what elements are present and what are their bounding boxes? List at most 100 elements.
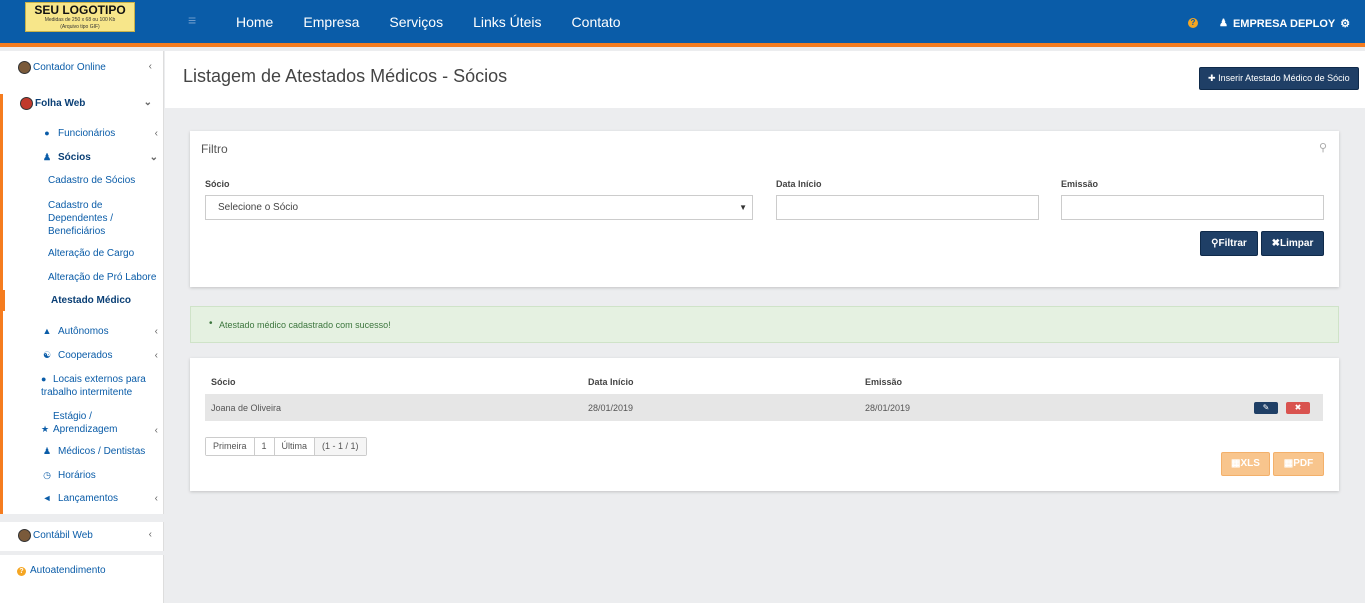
export-xls-label: XLS <box>1240 458 1260 469</box>
pagination-first[interactable]: Primeira <box>206 438 255 455</box>
filter-button[interactable]: ⚲Filtrar <box>1200 231 1258 256</box>
page-header: Listagem de Atestados Médicos - Sócios ✚… <box>165 51 1365 108</box>
selected-indicator <box>0 290 5 311</box>
sidebar-item-cooperados[interactable]: ☯ Cooperados ‹ <box>41 350 164 361</box>
user-icon: ♟ <box>1219 18 1228 29</box>
chevron-left-icon: ‹ <box>154 493 158 504</box>
sidebar-item-alteracao-cargo[interactable]: Alteração de Cargo <box>48 248 164 259</box>
file-excel-icon: ▦ <box>1231 458 1241 469</box>
list-panel: Sócio Data Início Emissão Joana de Olive… <box>190 358 1339 491</box>
pagination: Primeira 1 Última (1 - 1 / 1) <box>205 437 367 456</box>
column-header-emissao[interactable]: Emissão <box>865 377 902 387</box>
search-icon[interactable]: ⚲ <box>1319 141 1327 154</box>
filter-panel: Filtro ⚲ Sócio Selecione o Sócio ▼ Data … <box>190 131 1339 287</box>
sidebar-item-label: Alteração de Pró Labore <box>48 272 157 283</box>
sidebar-item-locais-externos[interactable]: ● Locais externos para trabalho intermite… <box>41 373 153 399</box>
nav-home[interactable]: Home <box>236 14 273 30</box>
sidebar-item-atestado-medico[interactable]: Atestado Médico <box>51 295 164 306</box>
table-row[interactable]: Joana de Oliveira 28/01/2019 28/01/2019 … <box>205 394 1323 421</box>
chevron-left-icon: ‹ <box>154 425 158 436</box>
nav-empresa[interactable]: Empresa <box>303 14 359 30</box>
sidebar-item-label: Sócios <box>58 152 91 163</box>
company-logo[interactable]: SEU LOGOTIPO Medidas de 250 x 68 ou 100 … <box>25 2 135 32</box>
sidebar-item-label: Autônomos <box>58 326 109 337</box>
clear-button-label: Limpar <box>1280 238 1314 249</box>
success-alert: • Atestado médico cadastrado com sucesso… <box>190 306 1339 343</box>
sidebar-item-label: Locais externos para trabalho intermiten… <box>41 374 146 398</box>
pagination-info: (1 - 1 / 1) <box>315 438 366 455</box>
bullhorn-icon: ◄ <box>42 493 52 503</box>
nav-links-uteis[interactable]: Links Úteis <box>473 14 541 30</box>
globe-icon: ● <box>41 374 47 384</box>
data-inicio-input[interactable] <box>776 195 1039 220</box>
export-xls-button[interactable]: ▦XLS <box>1221 452 1270 476</box>
sidebar-item-medicos-dentistas[interactable]: ♟ Médicos / Dentistas <box>41 446 164 457</box>
nav-contato[interactable]: Contato <box>572 14 621 30</box>
sidebar-item-autonomos[interactable]: ▲ Autônomos ‹ <box>41 326 164 337</box>
close-icon: ✖ <box>1271 238 1281 249</box>
chevron-left-icon: ‹ <box>148 529 152 540</box>
insert-atestado-label: Inserir Atestado Médico de Sócio <box>1218 73 1350 83</box>
sidebar-item-socios[interactable]: ♟ Sócios ⌄ <box>41 152 164 163</box>
sidebar-item-label: Horários <box>58 470 96 481</box>
sidebar-item-funcionarios[interactable]: ● Funcionários ‹ <box>41 128 164 139</box>
sidebar-item-label: Cadastro de Dependentes / Beneficiários <box>48 200 114 237</box>
delete-button[interactable]: ✖ <box>1286 402 1310 414</box>
sidebar-item-contador-online[interactable]: Contador Online ‹ <box>18 61 182 74</box>
export-pdf-button[interactable]: ▦PDF <box>1273 452 1324 476</box>
nav-servicos[interactable]: Serviços <box>389 14 443 30</box>
sidebar-item-alteracao-pro-labore[interactable]: Alteração de Pró Labore <box>48 272 164 283</box>
user-plus-icon: ♟ <box>42 152 52 162</box>
chevron-left-icon: ‹ <box>154 350 158 361</box>
plus-icon: ✚ <box>1208 73 1216 83</box>
close-icon: ✖ <box>1294 403 1302 412</box>
bullet-icon: • <box>209 318 213 329</box>
sidebar-item-lancamentos[interactable]: ◄ Lançamentos ‹ <box>41 493 164 504</box>
dropdown-arrow-icon: ▼ <box>739 203 747 212</box>
hamburger-icon[interactable]: ≡ <box>188 12 196 28</box>
pagination-last[interactable]: Última <box>274 438 316 455</box>
insert-atestado-button[interactable]: ✚ Inserir Atestado Médico de Sócio <box>1199 67 1359 90</box>
sidebar-item-label: Atestado Médico <box>51 295 132 306</box>
pagination-page-1[interactable]: 1 <box>254 438 275 455</box>
file-pdf-icon: ▦ <box>1283 458 1294 469</box>
column-header-data-inicio[interactable]: Data Início <box>588 377 634 387</box>
help-icon: ? <box>17 567 26 576</box>
cell-socio: Joana de Oliveira <box>211 403 282 413</box>
sidebar-item-label: Cadastro de Sócios <box>48 175 136 186</box>
sidebar-item-autoatendimento[interactable]: ? Autoatendimento <box>17 565 181 576</box>
clock-icon: ◷ <box>43 470 51 480</box>
contador-online-icon <box>18 61 31 74</box>
sidebar-item-horarios[interactable]: ◷ Horários <box>41 470 164 481</box>
emissao-label: Emissão <box>1061 179 1099 189</box>
success-message: Atestado médico cadastrado com sucesso! <box>219 320 391 330</box>
emissao-input[interactable] <box>1061 195 1324 220</box>
sidebar-item-estagio[interactable]: ★Estágio / Aprendizagem ‹ <box>41 410 164 436</box>
socio-select[interactable]: Selecione o Sócio ▼ <box>205 195 753 220</box>
sidebar-item-folha-web[interactable]: Folha Web ⌄ <box>20 97 184 110</box>
contabil-web-icon <box>18 529 31 542</box>
sidebar-item-label: Contábil Web <box>33 530 93 542</box>
thumbs-up-icon: ▲ <box>42 326 52 336</box>
sidebar-item-label: Cooperados <box>58 350 113 361</box>
sidebar-item-label: Lançamentos <box>58 493 119 504</box>
sidebar-item-label: Folha Web <box>35 98 86 110</box>
logo-subtitle: Medidas de 250 x 68 ou 100 Kb <box>44 17 116 23</box>
user-menu[interactable]: ♟ EMPRESA DEPLOY ⚙ <box>1219 17 1351 31</box>
sidebar-item-label: Funcionários <box>58 128 116 139</box>
sidebar-item-label: Alteração de Cargo <box>48 248 135 259</box>
logo-subtitle-2: (Arquivo tipo GIF) <box>60 24 100 30</box>
chevron-left-icon: ‹ <box>148 61 152 72</box>
clear-button[interactable]: ✖Limpar <box>1261 231 1324 256</box>
sidebar-item-cadastro-dependentes[interactable]: Cadastro de Dependentes / Beneficiários <box>48 199 138 238</box>
user-circle-icon: ● <box>44 128 50 138</box>
chevron-down-icon: ⌄ <box>149 152 158 163</box>
column-header-socio[interactable]: Sócio <box>211 377 236 387</box>
socio-label: Sócio <box>205 179 230 189</box>
gear-icon: ⚙ <box>1340 18 1351 30</box>
handshake-icon: ☯ <box>42 350 52 360</box>
edit-button[interactable]: ✎ <box>1254 402 1278 414</box>
help-icon[interactable]: ? <box>1188 18 1198 28</box>
sidebar-item-contabil-web[interactable]: Contábil Web ‹ <box>18 529 182 542</box>
sidebar-item-cadastro-socios[interactable]: Cadastro de Sócios <box>48 175 164 186</box>
